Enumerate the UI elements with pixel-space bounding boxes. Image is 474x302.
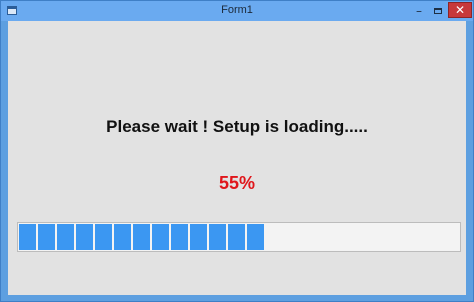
progress-segment [171,224,188,250]
progress-segment [76,224,93,250]
progress-segment [38,224,55,250]
progress-percent-label: 55% [218,173,256,193]
progress-segment [228,224,245,250]
minimize-icon: – [416,3,422,18]
close-button[interactable]: ✕ [448,2,472,18]
progress-segment [152,224,169,250]
form1-window: Form1 – ✕ Please wait ! Setup is loading… [0,0,474,302]
close-icon: ✕ [454,3,466,17]
minimize-button[interactable]: – [409,2,429,19]
window-title: Form1 [221,4,253,16]
loading-message: Please wait ! Setup is loading..... [106,117,368,136]
progress-segment [114,224,131,250]
progress-segment [95,224,112,250]
progress-segment [190,224,207,250]
progress-segment [57,224,74,250]
title-bar[interactable]: Form1 – ✕ [1,1,473,21]
maximize-button[interactable] [429,2,447,19]
progress-segment [247,224,264,250]
progress-segment [209,224,226,250]
maximize-icon [434,7,442,14]
form-client-area: Please wait ! Setup is loading..... 55% [8,21,466,295]
progress-segment [133,224,150,250]
progress-segment [19,224,36,250]
progress-bar [17,222,461,252]
